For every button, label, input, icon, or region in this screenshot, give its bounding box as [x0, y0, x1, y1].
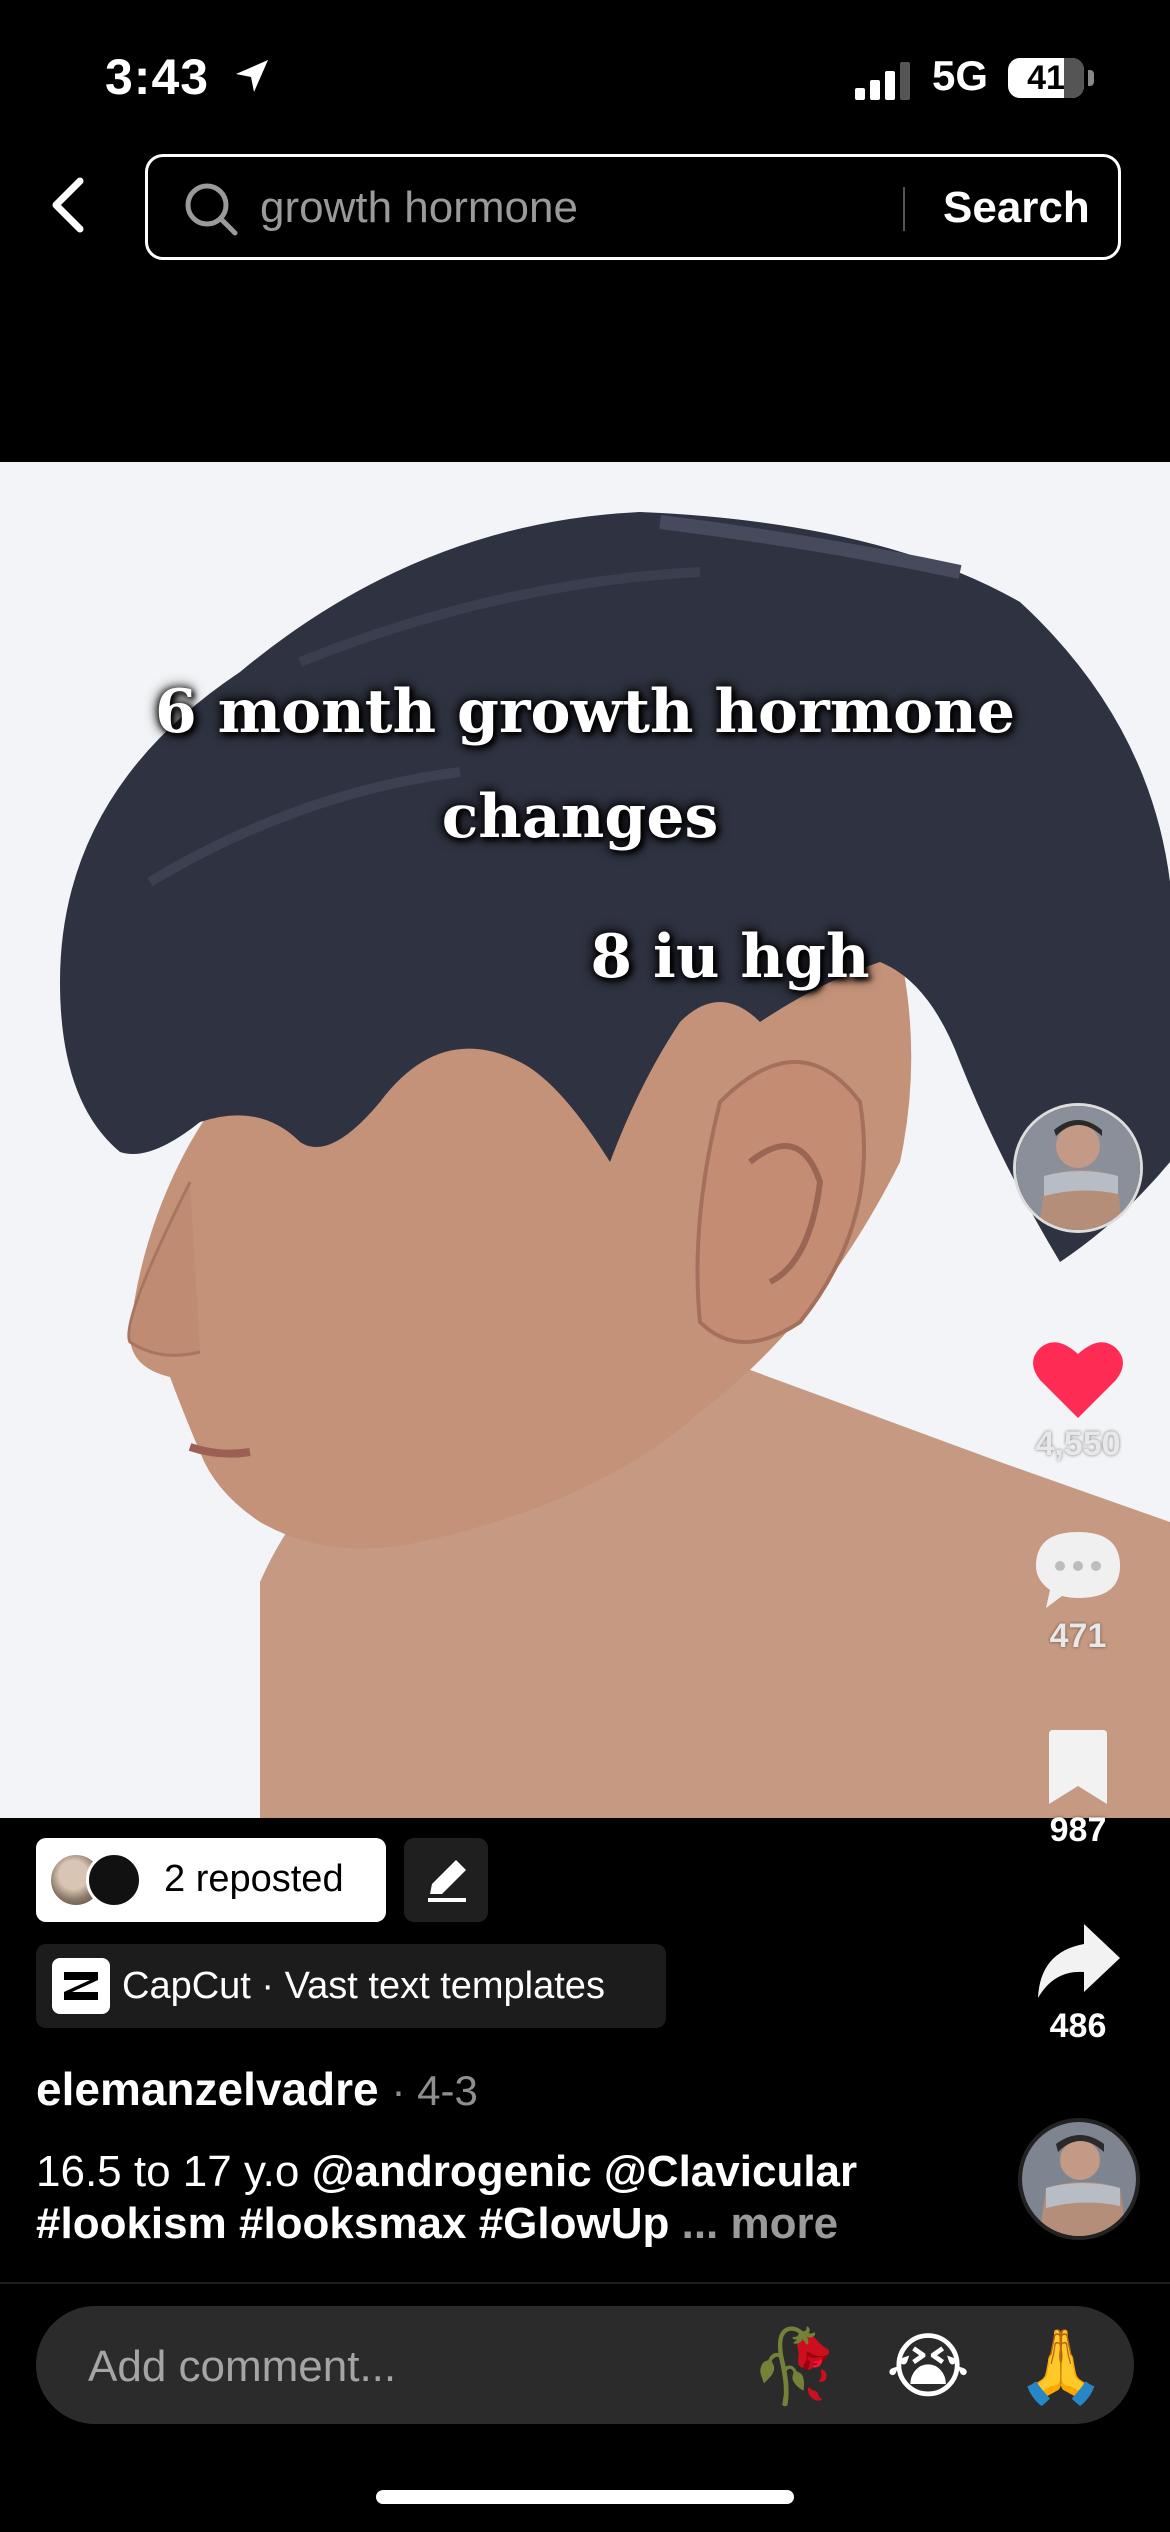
- hashtag-link[interactable]: #lookism: [36, 2199, 227, 2248]
- battery-tip: [1088, 70, 1094, 86]
- caption-ellipsis: ...: [669, 2199, 731, 2248]
- location-arrow-icon: [236, 60, 268, 92]
- overlay-title-line-2: changes: [441, 782, 719, 852]
- folded-hands-emoji-button[interactable]: 🙏: [1016, 2326, 1106, 2406]
- divider: [0, 2282, 1170, 2284]
- edit-button[interactable]: [404, 1838, 488, 1922]
- cellular-signal-icon: [855, 62, 910, 100]
- reposter-avatar-2: [86, 1852, 142, 1908]
- battery-icon: 41: [1008, 58, 1084, 98]
- post-caption[interactable]: 16.5 to 17 y.o @androgenic @Clavicular #…: [36, 2146, 976, 2250]
- search-button[interactable]: Search: [943, 183, 1090, 233]
- sound-disc-image: [1022, 2122, 1136, 2236]
- video-player[interactable]: 6 month growth hormone changes 8 iu hgh: [0, 462, 1170, 1818]
- network-type: 5G: [932, 52, 989, 99]
- share-button[interactable]: 486: [1008, 1922, 1148, 2046]
- sound-disc[interactable]: [1018, 2118, 1140, 2240]
- overlay-title-line-1: 6 month growth hormone: [154, 677, 1015, 747]
- share-arrow-icon: [1038, 1924, 1120, 1998]
- heart-icon: [1033, 1342, 1123, 1418]
- creator-avatar[interactable]: [1013, 1103, 1143, 1233]
- capcut-logo-icon: [52, 1958, 110, 2014]
- author-username[interactable]: elemanzelvadre: [36, 2063, 379, 2115]
- reposter-avatars: [48, 1852, 168, 1908]
- mention-link[interactable]: @Clavicular: [604, 2147, 857, 2196]
- capcut-label: CapCut · Vast text templates: [122, 1965, 605, 2007]
- author-line: elemanzelvadre · 4-3: [36, 2062, 478, 2116]
- save-count: 987: [1049, 1811, 1107, 1849]
- capcut-template-link[interactable]: CapCut · Vast text templates: [36, 1944, 666, 2028]
- comment-count: 471: [1049, 1617, 1107, 1655]
- post-date: · 4-3: [391, 2067, 478, 2114]
- hashtag-link[interactable]: #GlowUp: [479, 2199, 670, 2248]
- like-button[interactable]: 4,550: [1008, 1336, 1148, 1464]
- search-divider: [903, 187, 905, 231]
- comment-bubble-icon: [1036, 1532, 1120, 1608]
- repost-label: 2 reposted: [164, 1858, 344, 1900]
- save-button[interactable]: 987: [1008, 1730, 1148, 1850]
- status-bar: 3:43 5G 41: [0, 0, 1170, 150]
- wilted-rose-emoji-button[interactable]: 🥀: [750, 2326, 840, 2406]
- video-frame-illustration: [0, 462, 1170, 1818]
- comment-placeholder[interactable]: Add comment...: [88, 2342, 396, 2392]
- home-indicator[interactable]: [376, 2490, 794, 2504]
- pencil-icon: [428, 1860, 466, 1902]
- creator-avatar-image: [1016, 1106, 1140, 1230]
- hashtag-link[interactable]: #looksmax: [239, 2199, 466, 2248]
- like-count: 4,550: [1035, 1425, 1121, 1463]
- comment-button[interactable]: 471: [1008, 1528, 1148, 1656]
- search-query[interactable]: growth hormone: [260, 183, 578, 233]
- battery-level: 41: [1027, 59, 1065, 97]
- crying-face-emoji-button[interactable]: 😭: [886, 2326, 970, 2406]
- more-button[interactable]: more: [731, 2199, 839, 2248]
- mention-link[interactable]: @androgenic: [312, 2147, 592, 2196]
- search-input[interactable]: growth hormone Search: [145, 154, 1121, 260]
- comment-input[interactable]: Add comment... 🥀 😭 🙏: [36, 2306, 1134, 2424]
- status-time: 3:43: [105, 49, 210, 105]
- search-icon: [185, 183, 238, 236]
- share-count: 486: [1049, 2007, 1107, 2045]
- bookmark-icon: [1049, 1730, 1107, 1804]
- repost-indicator[interactable]: 2 reposted: [36, 1838, 386, 1922]
- back-chevron-icon[interactable]: [44, 175, 94, 235]
- overlay-dosage: 8 iu hgh: [590, 922, 870, 992]
- caption-text: 16.5 to 17 y.o: [36, 2147, 312, 2196]
